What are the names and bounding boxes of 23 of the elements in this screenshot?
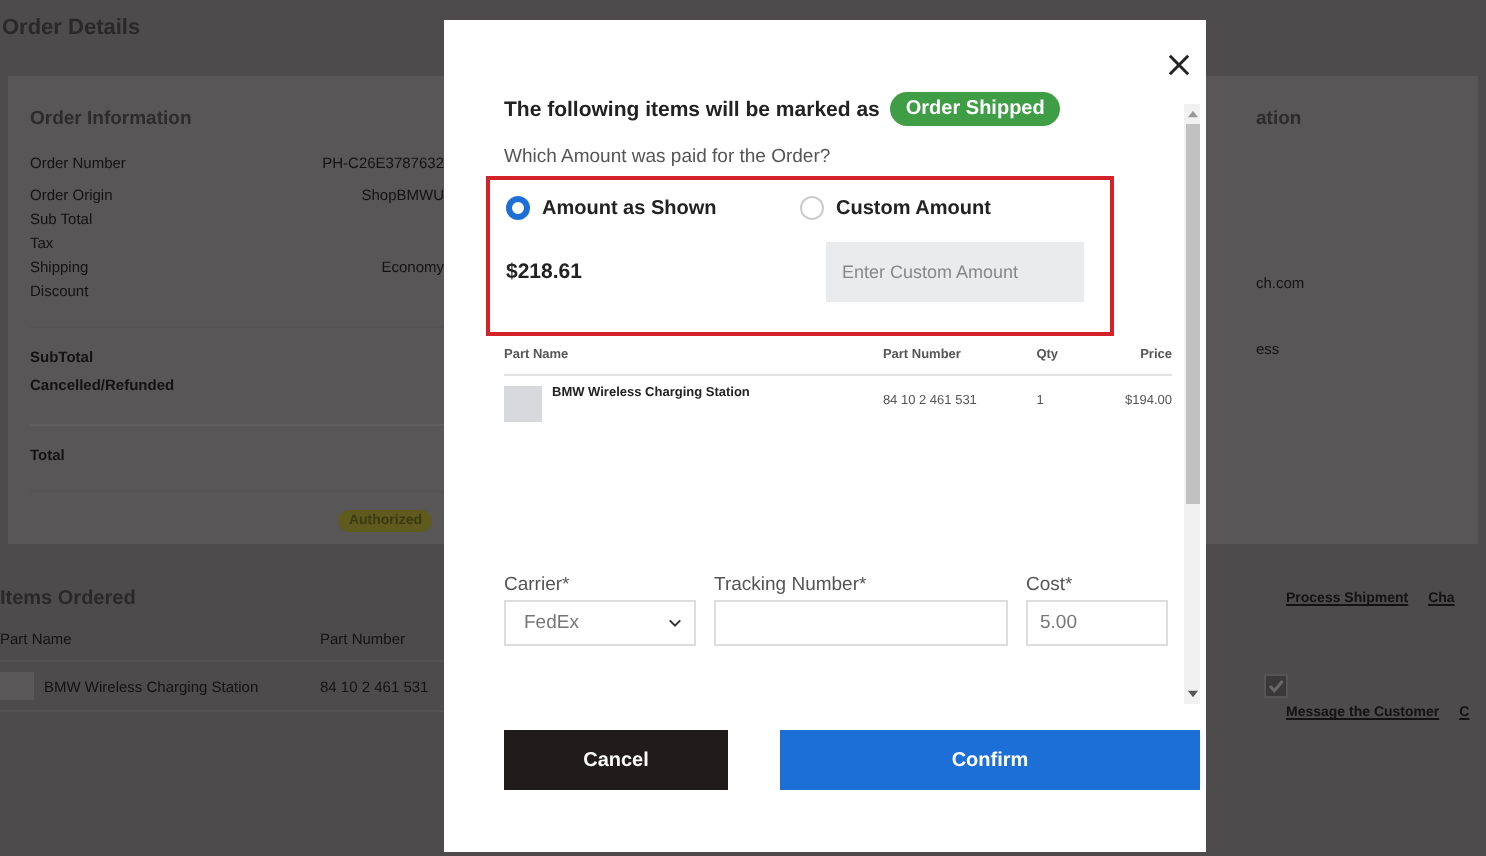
carrier-dropdown[interactable]: FedEx [504,600,696,646]
option-label[interactable]: Custom Amount [836,197,991,219]
status-badge: Order Shipped [889,92,1061,126]
dialog-heading: The following items will be marked as [504,97,880,121]
product-thumbnail [504,386,542,422]
item-checkbox[interactable] [1264,674,1288,698]
field-label: Tracking Number* [714,574,869,596]
input-field[interactable] [714,600,1008,646]
scroll-down-icon[interactable] [1187,690,1197,698]
input-field[interactable]: 5.00 [1026,600,1168,646]
scroll-up-icon[interactable] [1187,110,1197,118]
question-text: Which Amount was paid for the Order? [504,146,833,168]
scrollbar[interactable] [1184,104,1200,704]
option-label[interactable]: Amount as Shown [542,197,717,219]
dialog-button[interactable]: Cancel [504,730,728,790]
amount-value: $218.61 [506,260,584,284]
radio-button[interactable] [506,196,530,220]
dialog-button[interactable]: Confirm [780,730,1200,790]
close-icon[interactable] [1168,54,1190,76]
custom-amount-field[interactable]: Enter Custom Amount [826,242,1084,302]
field-label: Cost* [1026,574,1075,596]
field-label: Carrier* [504,574,572,596]
chevron-down-icon [668,618,682,628]
